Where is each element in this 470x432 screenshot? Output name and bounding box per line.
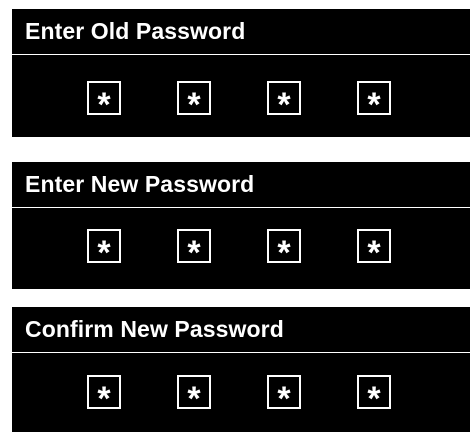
confirm-password-digit-4[interactable]: * [357,375,391,409]
asterisk-mask: * [277,86,291,115]
asterisk-mask: * [277,380,291,409]
old-password-panel: Enter Old Password * * * * [12,9,470,137]
old-password-digit-4[interactable]: * [357,81,391,115]
asterisk-mask: * [367,380,381,409]
asterisk-mask: * [97,86,111,115]
confirm-password-digit-2[interactable]: * [177,375,211,409]
new-password-digit-row: * * * * [12,162,470,289]
old-password-digit-3[interactable]: * [267,81,301,115]
new-password-digit-3[interactable]: * [267,229,301,263]
new-password-digit-2[interactable]: * [177,229,211,263]
asterisk-mask: * [277,234,291,263]
new-password-panel: Enter New Password * * * * [12,162,470,289]
asterisk-mask: * [187,86,201,115]
old-password-digit-1[interactable]: * [87,81,121,115]
confirm-password-digit-3[interactable]: * [267,375,301,409]
new-password-digit-1[interactable]: * [87,229,121,263]
asterisk-mask: * [97,380,111,409]
asterisk-mask: * [367,234,381,263]
asterisk-mask: * [367,86,381,115]
confirm-password-digit-row: * * * * [12,307,470,432]
old-password-digit-2[interactable]: * [177,81,211,115]
old-password-digit-row: * * * * [12,9,470,137]
new-password-digit-4[interactable]: * [357,229,391,263]
asterisk-mask: * [187,380,201,409]
confirm-password-digit-1[interactable]: * [87,375,121,409]
asterisk-mask: * [187,234,201,263]
confirm-password-panel: Confirm New Password * * * * [12,307,470,432]
asterisk-mask: * [97,234,111,263]
